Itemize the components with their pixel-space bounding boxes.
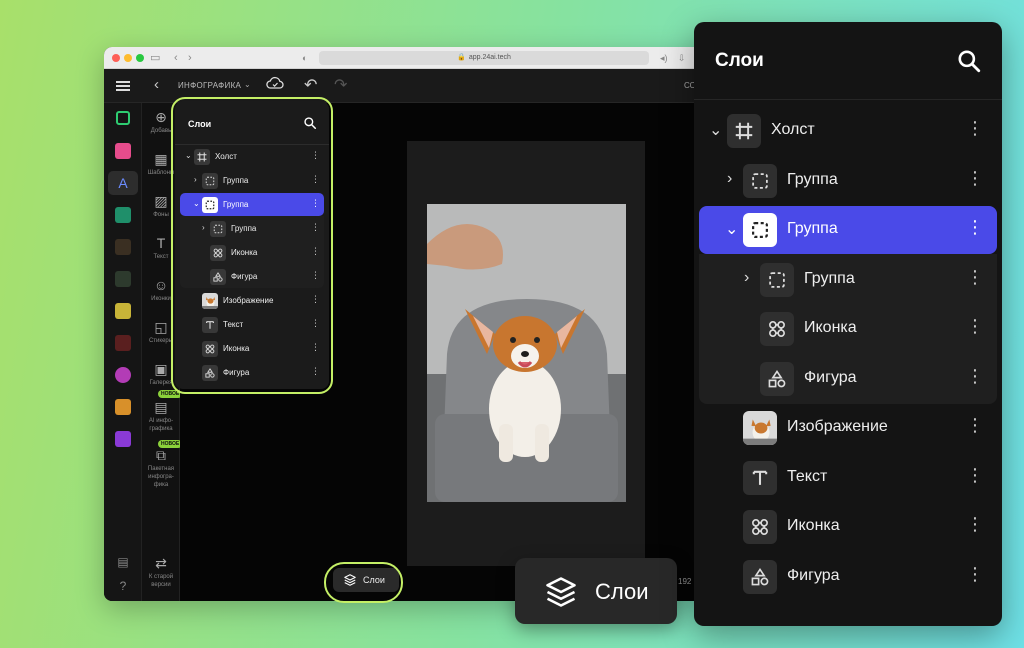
shapes-icon [743, 560, 777, 594]
more-options-icon[interactable]: ⋮ [966, 465, 984, 486]
sidebar-toggle-icon[interactable]: ▭ [150, 50, 160, 66]
layer-row-icon-2[interactable]: Иконка ⋮ [694, 502, 1002, 552]
privacy-shield-icon: ◐ [302, 53, 308, 63]
tool-ai-infographic[interactable]: ▤ AI инфо-графика [142, 399, 180, 433]
app-icon-magenta[interactable] [115, 367, 131, 383]
more-options-icon[interactable]: ⋮ [966, 267, 984, 288]
layer-label: Фигура [787, 567, 840, 584]
group-icon [743, 213, 777, 247]
component-icon [743, 510, 777, 544]
app-icon-orange[interactable] [115, 399, 131, 415]
menu-icon[interactable] [116, 81, 130, 91]
layers-icon [543, 574, 579, 610]
chevron-right-icon[interactable]: › [727, 170, 732, 188]
text-icon [743, 461, 777, 495]
layer-label: Иконка [787, 517, 840, 534]
panel-title: Слои [715, 50, 764, 71]
minimize-window-button[interactable] [124, 54, 132, 62]
app-icon-pink[interactable] [115, 143, 131, 159]
app-icon-brown[interactable] [115, 239, 131, 255]
app-icon-teal[interactable] [115, 207, 131, 223]
highlight-ring-button [324, 562, 403, 603]
layer-label: Группа [787, 171, 838, 188]
help-icon[interactable]: ? [116, 579, 130, 593]
more-options-icon[interactable]: ⋮ [966, 415, 984, 436]
download-icon[interactable]: ⇩ [678, 50, 686, 66]
image-thumbnail [743, 411, 777, 445]
url-text: app.24ai.tech [468, 54, 511, 61]
undo-icon[interactable]: ↶ [304, 75, 317, 95]
chevron-down-icon[interactable]: ⌄ [725, 219, 738, 239]
more-options-icon[interactable]: ⋮ [966, 316, 984, 337]
group-icon [760, 263, 794, 297]
layer-label: Изображение [787, 418, 888, 435]
divider [694, 99, 1002, 100]
group-icon [743, 164, 777, 198]
ai-infographic-icon: ▤ [154, 399, 168, 415]
search-icon[interactable] [956, 48, 982, 74]
app-rail: A ▤ ? [104, 103, 142, 601]
layer-row-image[interactable]: Изображение ⋮ [694, 403, 1002, 453]
old-version-link[interactable]: ⇄ К старой версии [142, 555, 180, 589]
more-options-icon[interactable]: ⋮ [966, 168, 984, 189]
layer-label: Группа [804, 270, 855, 287]
close-window-button[interactable] [112, 54, 120, 62]
layer-row-icon[interactable]: Иконка ⋮ [694, 304, 1002, 354]
redo-icon[interactable]: ↷ [334, 75, 347, 95]
back-arrow-icon[interactable]: ‹ [174, 50, 178, 66]
frame-icon [727, 114, 761, 148]
layer-label: Иконка [804, 319, 857, 336]
layer-row-nested-group[interactable]: › Группа ⋮ [694, 255, 1002, 305]
browser-titlebar: ▭ ‹ › ◐ 🔒 app.24ai.tech ◂) ⇩ [104, 47, 704, 69]
shapes-icon [760, 362, 794, 396]
audio-icon[interactable]: ◂) [660, 50, 668, 66]
layers-button-large[interactable]: Слои [515, 558, 677, 624]
more-options-icon[interactable]: ⋮ [966, 564, 984, 585]
back-icon[interactable]: ‹ [154, 77, 159, 93]
zoom-window-button[interactable] [136, 54, 144, 62]
more-options-icon[interactable]: ⋮ [966, 118, 984, 139]
layer-row-shape[interactable]: Фигура ⋮ [694, 354, 1002, 404]
cloud-sync-icon[interactable] [266, 76, 284, 95]
corgi-photo [427, 204, 626, 502]
chevron-right-icon[interactable]: › [744, 269, 749, 287]
text-app-icon[interactable]: A [115, 175, 131, 191]
lock-icon: 🔒 [457, 54, 466, 61]
app-icon-red[interactable] [115, 335, 131, 351]
swap-icon: ⇄ [155, 555, 167, 571]
highlight-ring-panel [171, 97, 333, 394]
tool-batch-infographic[interactable]: ⧉ Пакетная инфогра-фика [142, 447, 180, 489]
more-options-icon[interactable]: ⋮ [966, 366, 984, 387]
size-readout: 192 [678, 577, 692, 586]
layer-row-canvas[interactable]: ⌄ Холст ⋮ [694, 106, 1002, 156]
document-icon[interactable]: ▤ [116, 555, 130, 569]
project-title[interactable]: ИНФОГРАФИКА [178, 81, 241, 90]
layer-label: Группа [787, 220, 838, 237]
layer-row-group[interactable]: › Группа ⋮ [694, 156, 1002, 206]
app-icon-green[interactable] [115, 271, 131, 287]
more-options-icon[interactable]: ⋮ [966, 217, 984, 238]
layers-panel-large: Слои ⌄ Холст ⋮ › Группа ⋮ ⌄ Группа ⋮ › Г… [694, 22, 1002, 626]
layer-label: Текст [787, 468, 828, 485]
layer-row-shape-2[interactable]: Фигура ⋮ [694, 552, 1002, 602]
chevron-down-icon[interactable]: ⌄ [709, 120, 722, 140]
address-bar[interactable]: 🔒 app.24ai.tech [319, 51, 649, 65]
frame-tool-icon[interactable] [116, 111, 130, 125]
more-options-icon[interactable]: ⋮ [966, 514, 984, 535]
app-icon-purple[interactable] [115, 431, 131, 447]
chevron-down-icon[interactable]: ⌄ [244, 80, 251, 89]
batch-icon: ⧉ [156, 447, 166, 463]
app-icon-yellow[interactable] [115, 303, 131, 319]
canvas-image[interactable] [427, 204, 626, 502]
layers-button-label: Слои [595, 579, 649, 604]
layer-row-group-selected[interactable]: ⌄ Группа ⋮ [694, 205, 1002, 255]
layer-row-text[interactable]: Текст ⋮ [694, 453, 1002, 503]
layer-label: Холст [771, 121, 815, 138]
forward-arrow-icon[interactable]: › [188, 50, 192, 66]
component-icon [760, 312, 794, 346]
layer-label: Фигура [804, 369, 857, 386]
